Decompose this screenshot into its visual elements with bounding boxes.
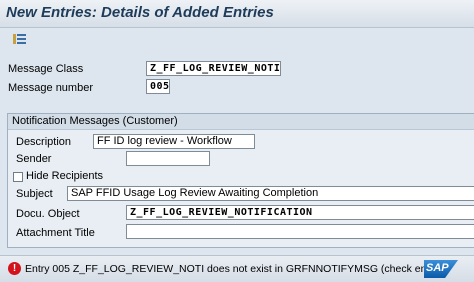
other-object-icon[interactable] — [12, 32, 28, 46]
toolbar — [0, 28, 474, 50]
sender-field[interactable] — [126, 151, 210, 166]
message-number-field[interactable]: 005 — [146, 79, 170, 94]
message-number-label: Message number — [8, 82, 93, 94]
message-class-field[interactable]: Z_FF_LOG_REVIEW_NOTI — [146, 61, 281, 76]
group-title: Notification Messages (Customer) — [12, 115, 178, 127]
page-title: New Entries: Details of Added Entries — [6, 4, 274, 21]
attachment-title-label: Attachment Title — [16, 227, 95, 239]
group-header: Notification Messages (Customer) — [8, 114, 474, 130]
message-class-label: Message Class — [8, 63, 84, 75]
status-message[interactable]: Entry 005 Z_FF_LOG_REVIEW_NOTI does not … — [25, 263, 442, 275]
notification-messages-group: Notification Messages (Customer) Descrip… — [7, 113, 474, 248]
description-field[interactable]: FF ID log review - Workflow — [93, 134, 255, 149]
hide-recipients-label: Hide Recipients — [26, 170, 104, 182]
hide-recipients-checkbox[interactable] — [13, 172, 23, 182]
attachment-title-field[interactable] — [126, 224, 474, 239]
subject-label: Subject — [16, 188, 53, 200]
subject-field[interactable]: SAP FFID Usage Log Review Awaiting Compl… — [67, 186, 474, 201]
sap-logo: SAP — [424, 260, 458, 278]
sap-logo-text: SAP — [426, 262, 449, 274]
status-bar: ! Entry 005 Z_FF_LOG_REVIEW_NOTI does no… — [0, 255, 474, 282]
description-label: Description — [16, 136, 72, 148]
error-icon: ! — [8, 262, 21, 275]
docu-object-field[interactable]: Z_FF_LOG_REVIEW_NOTIFICATION — [126, 205, 474, 220]
sender-label: Sender — [16, 153, 52, 165]
docu-object-label: Docu. Object — [16, 208, 80, 220]
title-bar: New Entries: Details of Added Entries — [0, 0, 474, 28]
